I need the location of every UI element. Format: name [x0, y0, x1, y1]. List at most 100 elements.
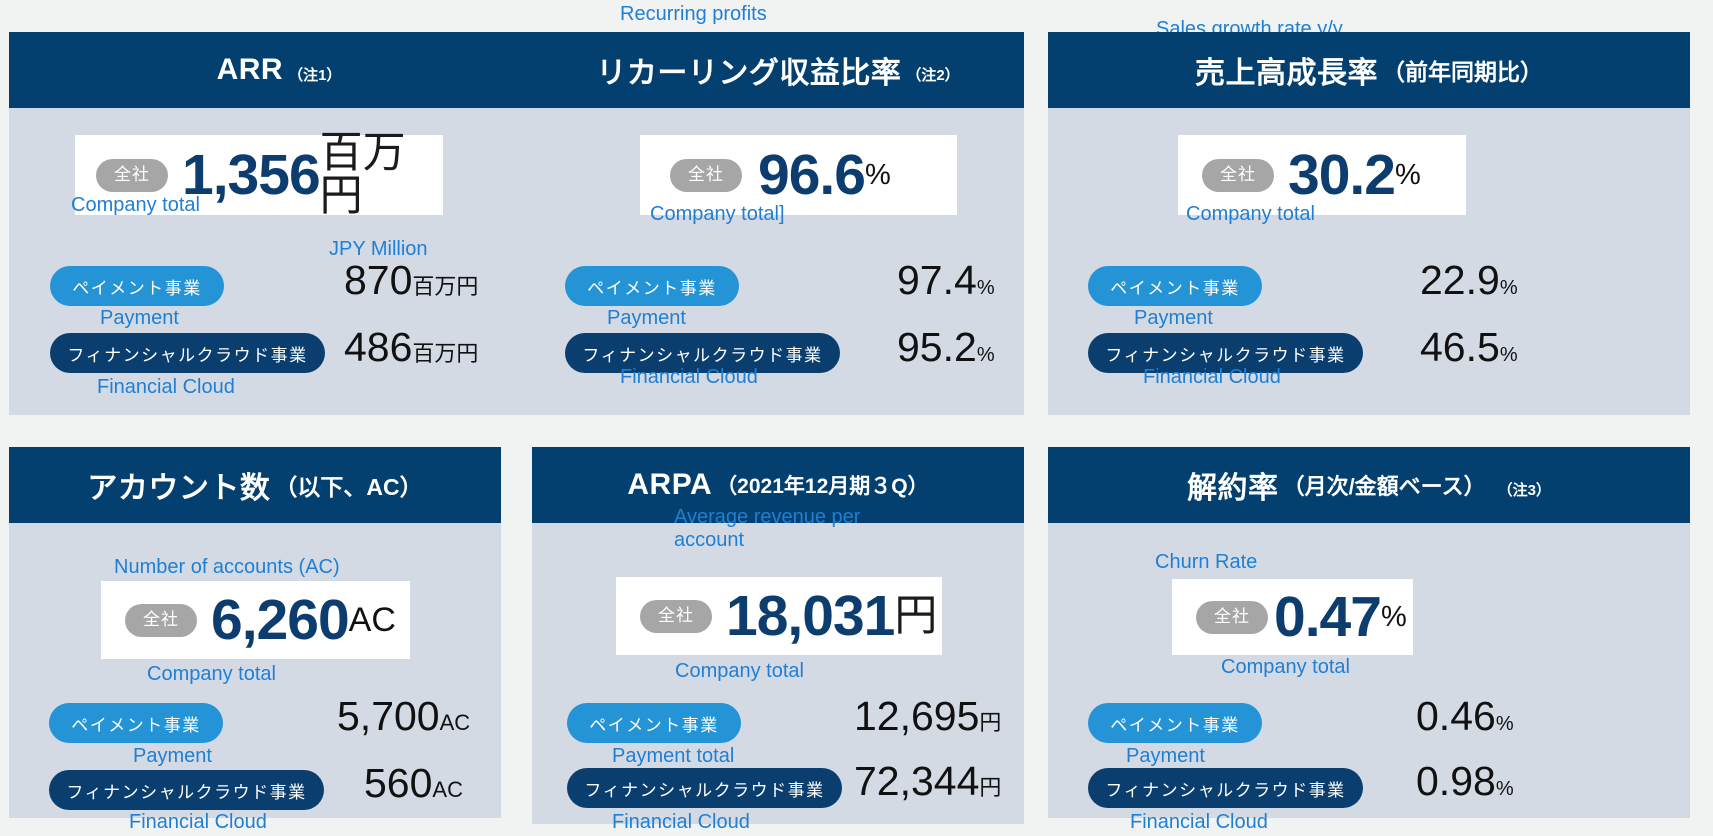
hero-value: 18,031 [726, 583, 895, 648]
hero-caption-churn: Churn Rate [1155, 551, 1258, 573]
segment-pill-payment: ペイメント事業 [49, 703, 223, 743]
card-title-sub: （前年同期比） [1382, 59, 1543, 85]
segment-value-unit: AC [439, 710, 471, 735]
segment-caption-payment: Payment [607, 307, 686, 329]
card-title: アカウント数 [87, 472, 271, 505]
segment-value-fincloud: 486百万円 [344, 327, 478, 368]
card-title-note: （注2） [906, 66, 960, 84]
segment-value-unit: % [1499, 277, 1518, 299]
card-header-recurring: リカーリング収益比率 （注2） [532, 32, 1024, 108]
card-header-arr: ARR （注1） [9, 32, 549, 108]
overhead-caption-recurring: Recurring profits [620, 3, 767, 25]
card-title-note: （注1） [288, 66, 342, 84]
segment-value-unit: % [1499, 344, 1518, 366]
segment-caption-fincloud: Financial Cloud [620, 366, 758, 388]
segment-caption-payment: Payment [1134, 307, 1213, 329]
company-total-caption: Company total [147, 663, 276, 685]
hero-value: 96.6 [758, 142, 866, 207]
company-total-caption: Company total [1221, 656, 1350, 678]
card-body-sales-growth: 全社 30.2 % Company total ペイメント事業 Payment … [1048, 108, 1690, 415]
card-title: ARPA [627, 468, 713, 501]
segment-value-payment: 97.4% [897, 260, 995, 301]
segment-pill-payment: ペイメント事業 [50, 266, 224, 306]
segment-pill-payment: ペイメント事業 [567, 703, 741, 743]
card-header-accounts: アカウント数 （以下、AC） [9, 447, 501, 523]
hero-value: 1,356 [182, 142, 321, 207]
segment-pill-payment: ペイメント事業 [1088, 266, 1262, 306]
hero-value: 6,260 [211, 587, 350, 652]
segment-value-unit: 円 [979, 775, 1002, 800]
segment-pill-payment: ペイメント事業 [565, 266, 739, 306]
card-title-sub: （以下、AC） [274, 474, 423, 500]
hero-box: 全社 18,031 円 [616, 577, 942, 655]
total-pill: 全社 [1196, 600, 1268, 634]
segment-caption-fincloud: Financial Cloud [1130, 811, 1268, 833]
segment-value-number: 5,700 [337, 693, 440, 739]
segment-value-number: 46.5 [1420, 324, 1500, 370]
segment-value-fincloud: 0.98% [1416, 761, 1514, 802]
segment-value-number: 486 [344, 324, 413, 370]
hero-unit: 百万円 [319, 129, 406, 220]
segment-caption-fincloud: Financial Cloud [97, 376, 235, 398]
segment-value-fincloud: 72,344円 [854, 761, 1001, 802]
segment-value-payment: 870百万円 [344, 260, 478, 301]
segment-value-number: 560 [364, 760, 433, 806]
company-total-caption: Company total [1186, 203, 1315, 225]
segment-caption-payment: Payment [133, 745, 212, 767]
card-title-sub: （月次/金額ベース） [1282, 474, 1486, 499]
segment-value-number: 0.98 [1416, 758, 1496, 804]
segment-value-unit: AC [432, 777, 463, 802]
company-total-caption: Company total [71, 194, 200, 216]
segment-value-number: 22.9 [1420, 257, 1500, 303]
card-arpa: ARPA （2021年12月期３Q） Average revenue per a… [532, 447, 1024, 833]
segment-value-unit: 百万円 [412, 341, 479, 366]
segment-value-number: 72,344 [854, 758, 980, 804]
company-total-caption: Company total] [650, 203, 785, 225]
total-pill: 全社 [96, 158, 168, 192]
card-header-churn: 解約率 （月次/金額ベース） （注3） [1048, 447, 1690, 523]
total-pill: 全社 [1202, 158, 1274, 192]
segment-caption-payment: Payment total [612, 745, 735, 767]
card-title: 解約率 [1187, 472, 1279, 505]
segment-value-fincloud: 95.2% [897, 327, 995, 368]
segment-caption-fincloud: Financial Cloud [612, 811, 750, 833]
segment-value-number: 12,695 [854, 693, 980, 739]
total-pill: 全社 [640, 599, 712, 633]
hero-value: 30.2 [1288, 142, 1396, 207]
segment-value-payment: 0.46% [1416, 696, 1514, 737]
segment-value-number: 870 [344, 257, 413, 303]
card-body-accounts: Number of accounts (AC) 全社 6,260 AC Comp… [9, 523, 501, 833]
hero-unit: % [1380, 600, 1407, 633]
segment-value-payment: 5,700AC [337, 696, 470, 737]
hero-unit: % [864, 158, 891, 191]
segment-caption-fincloud: Financial Cloud [1143, 366, 1281, 388]
segment-value-unit: % [976, 277, 995, 299]
card-body-arr: 全社 1,356 百万円 Company total JPY Million ペ… [9, 108, 549, 415]
card-sales-growth: 売上高成長率 （前年同期比） 全社 30.2 % Company total ペ… [1048, 32, 1690, 415]
card-header-sales-growth: 売上高成長率 （前年同期比） [1048, 32, 1690, 108]
card-title-note: （注3） [1497, 481, 1551, 499]
card-title: 売上高成長率 [1195, 57, 1378, 90]
segment-pill-fincloud: フィナンシャルクラウド事業 [1088, 768, 1363, 808]
card-churn: 解約率 （月次/金額ベース） （注3） Churn Rate 全社 0.47 %… [1048, 447, 1690, 833]
hero-unit: % [1394, 158, 1421, 191]
total-pill: 全社 [670, 158, 742, 192]
segment-caption-payment: Payment [1126, 745, 1205, 767]
segment-value-unit: 百万円 [412, 274, 479, 299]
card-title-sub: （2021年12月期３Q） [716, 475, 929, 498]
segment-value-fincloud: 560AC [364, 763, 463, 804]
hero-box: 全社 0.47 % [1172, 579, 1413, 655]
segment-value-unit: 円 [979, 710, 1002, 735]
card-arr: ARR （注1） 全社 1,356 百万円 Company total JPY … [9, 32, 549, 415]
hero-unit: AC [348, 601, 396, 639]
segment-value-unit: % [1495, 713, 1514, 735]
company-total-caption: Company total [675, 660, 804, 682]
segment-pill-fincloud: フィナンシャルクラウド事業 [567, 768, 842, 808]
segment-value-unit: % [1495, 778, 1514, 800]
card-body-arpa: Average revenue per account 全社 18,031 円 … [532, 506, 1024, 833]
hero-caption-arpa: Average revenue per account [674, 506, 861, 551]
segment-value-number: 97.4 [897, 257, 977, 303]
segment-value-payment: 12,695円 [854, 696, 1001, 737]
segment-value-number: 0.46 [1416, 693, 1496, 739]
segment-value-number: 95.2 [897, 324, 977, 370]
